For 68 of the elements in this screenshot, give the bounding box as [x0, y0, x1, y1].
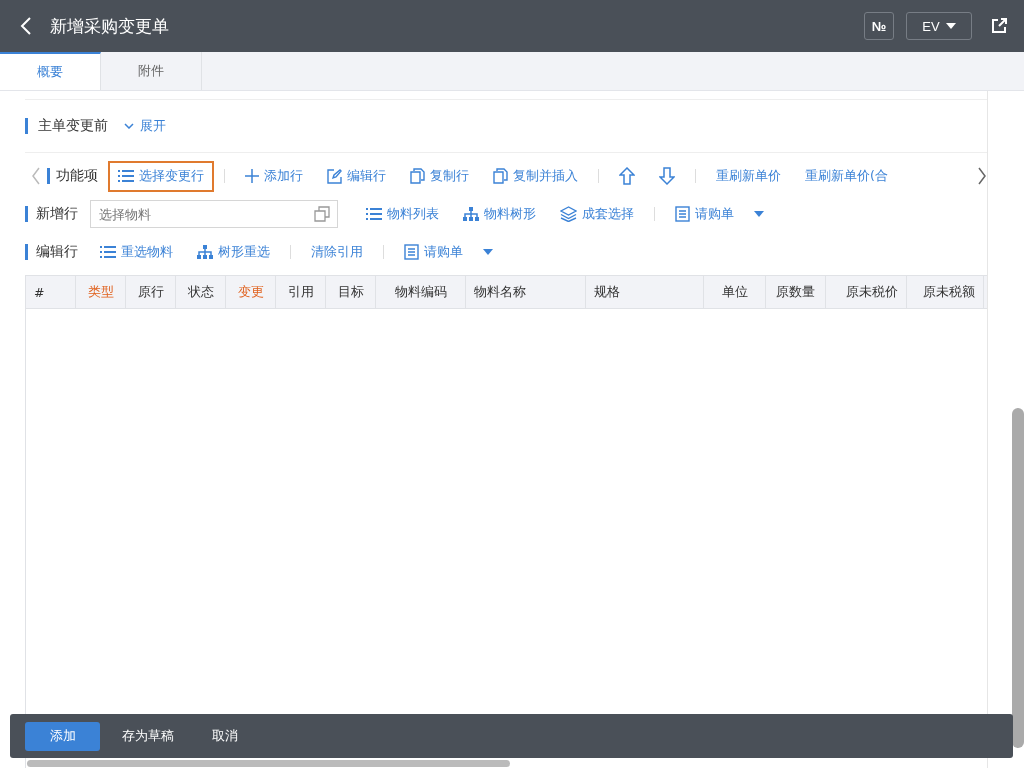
hierarchy-icon	[197, 245, 213, 259]
column-header: 规格	[586, 276, 704, 308]
scrollbar-thumb[interactable]	[1012, 408, 1024, 748]
toolbar-button[interactable]: 重刷新单价	[706, 160, 791, 192]
horizontal-scrollbar-thumb[interactable]	[27, 760, 510, 767]
material-search-field[interactable]: 选择物料	[90, 200, 338, 228]
column-header: 原未税额	[907, 276, 984, 308]
arrow-down-icon	[659, 167, 675, 185]
chevron-down-icon	[124, 123, 134, 129]
column-header: 目标	[326, 276, 376, 308]
toolbar-button[interactable]: 成套选择	[550, 198, 644, 230]
dropdown-caret-icon[interactable]	[483, 249, 493, 255]
column-header: 类型	[76, 276, 126, 308]
caret-icon	[945, 23, 956, 29]
edit-icon	[327, 168, 342, 184]
toolbar-button[interactable]: 物料列表	[356, 198, 449, 230]
toolbar-button[interactable]: 重刷新单价(合	[795, 160, 898, 192]
footer-button[interactable]: 添加	[25, 721, 100, 751]
scroll-right-icon[interactable]	[977, 167, 987, 185]
toolbar-button[interactable]: 物料树形	[453, 198, 546, 230]
column-header: 变更	[226, 276, 276, 308]
toolbar-button[interactable]: 复制并插入	[483, 160, 588, 192]
list-icon	[366, 208, 382, 220]
toolbar-button[interactable]: 重选物料	[90, 236, 183, 268]
scroll-left-icon[interactable]	[31, 167, 41, 185]
share-icon[interactable]	[990, 17, 1008, 35]
expand-toggle[interactable]: 展开	[118, 116, 172, 136]
toolbar-button[interactable]: 添加行	[235, 160, 313, 192]
layers-icon	[560, 206, 577, 222]
language-dropdown[interactable]: EV	[906, 12, 972, 40]
column-header: 物料名称	[466, 276, 586, 308]
toolbar-button[interactable]: 清除引用	[301, 236, 373, 268]
hierarchy-icon	[463, 207, 479, 221]
column-header: 原未税价	[826, 276, 907, 308]
toolbar-button[interactable]: 请购单	[665, 198, 744, 230]
copy-icon	[493, 168, 508, 184]
plus-icon	[245, 169, 259, 183]
column-header: 原数量	[766, 276, 826, 308]
toolbar-button[interactable]: 树形重选	[187, 236, 280, 268]
dropdown-caret-icon[interactable]	[754, 211, 764, 217]
page-title: 新增采购变更单	[50, 14, 169, 38]
column-header: 原行	[126, 276, 176, 308]
tab[interactable]: 概要	[0, 52, 101, 90]
document-icon	[404, 244, 419, 260]
arrow-up-icon	[619, 167, 635, 185]
toolbar-button[interactable]: 复制行	[400, 160, 479, 192]
column-header: 物料编码	[376, 276, 466, 308]
column-header: 单位	[704, 276, 766, 308]
number-button[interactable]: №	[864, 12, 894, 40]
copy-icon[interactable]	[314, 206, 330, 222]
toolbar-label: 编辑行	[36, 243, 78, 261]
toolbar-label: 新增行	[36, 205, 78, 223]
back-icon[interactable]	[20, 16, 32, 36]
toolbar-button[interactable]: 请购单	[394, 236, 473, 268]
toolbar-label: 功能项	[56, 167, 98, 185]
column-header: 状态	[176, 276, 226, 308]
column-header: #	[26, 276, 76, 308]
column-header: 引用	[276, 276, 326, 308]
copy-icon	[410, 168, 425, 184]
tab[interactable]: 附件	[101, 52, 202, 90]
list-icon	[100, 246, 116, 258]
document-icon	[675, 206, 690, 222]
footer-button[interactable]: 存为草稿	[106, 721, 190, 751]
section-title: 主单变更前	[38, 117, 108, 135]
toolbar-button[interactable]: 编辑行	[317, 160, 396, 192]
toolbar-button[interactable]: 选择变更行	[108, 160, 214, 192]
footer-button[interactable]: 取消	[196, 721, 254, 751]
list-icon	[118, 170, 134, 182]
